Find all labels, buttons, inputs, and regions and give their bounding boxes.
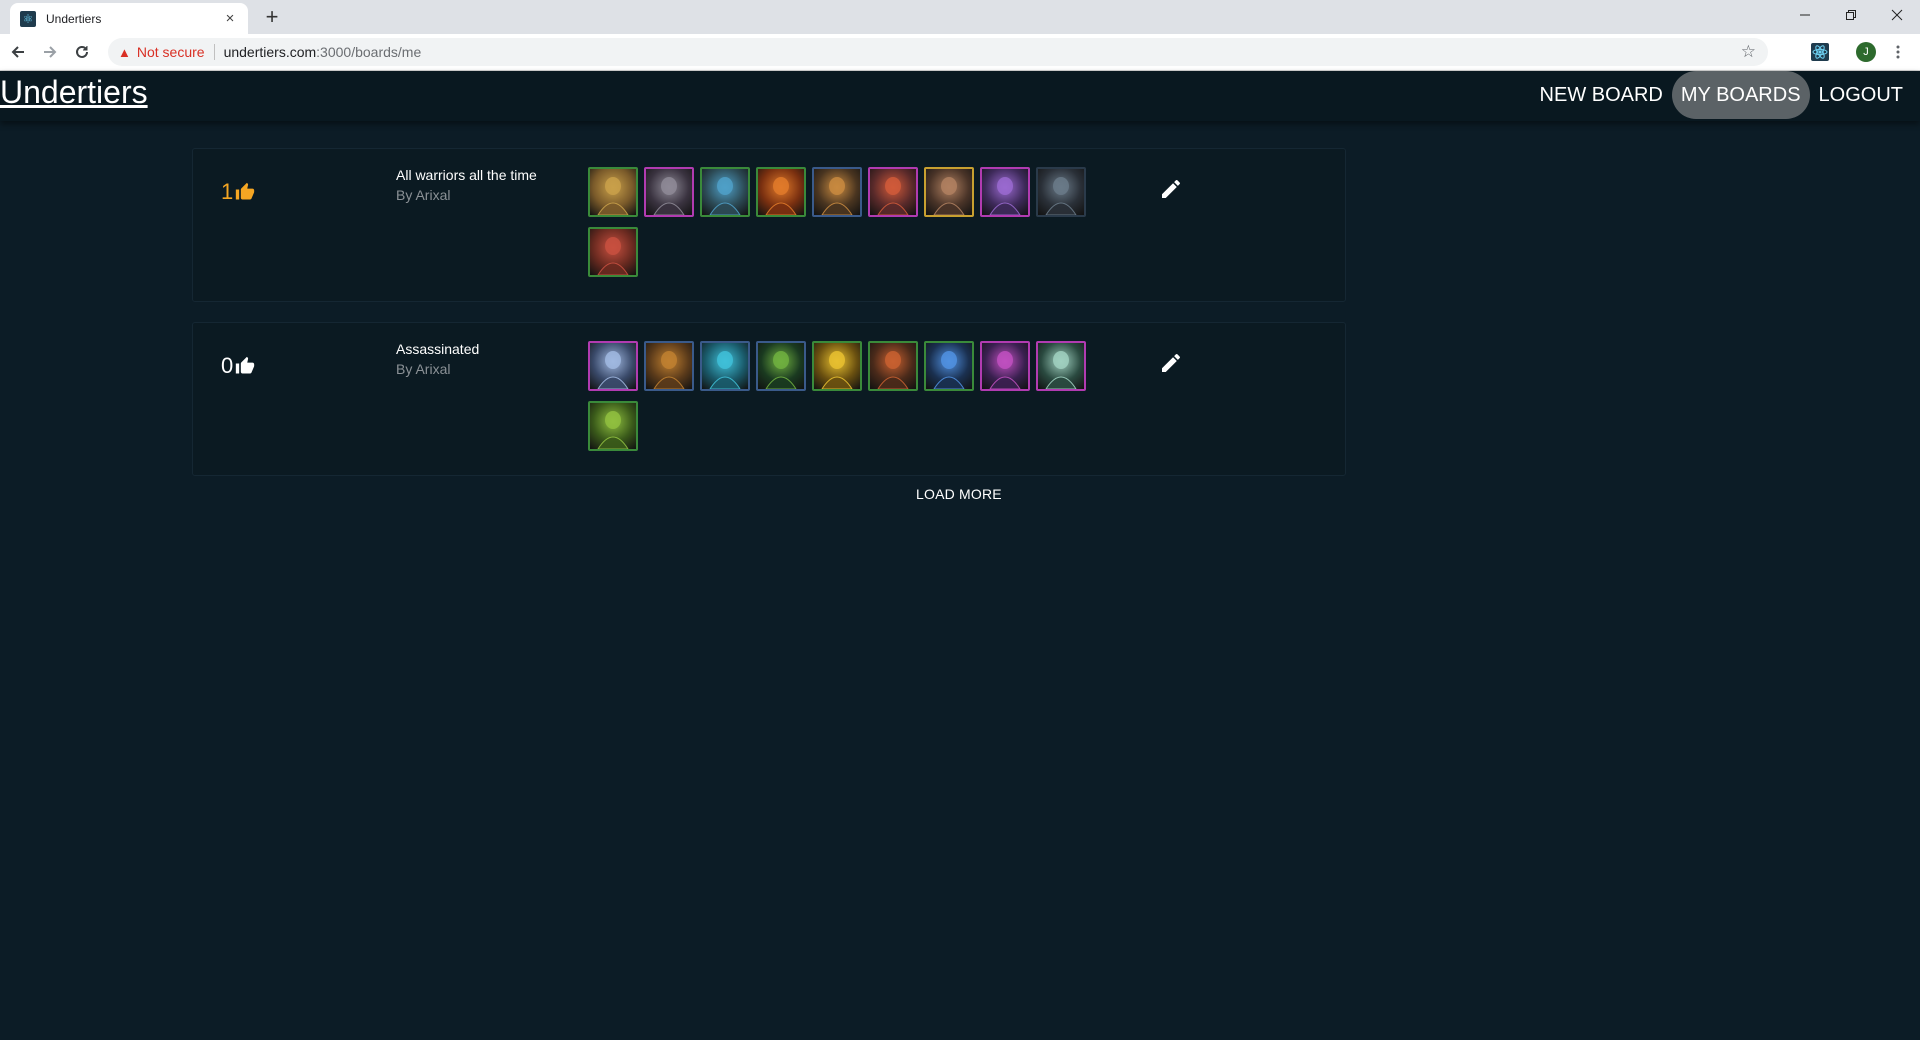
- tab-title: Undertiers: [46, 11, 102, 26]
- new-tab-button[interactable]: +: [258, 4, 286, 32]
- thumbs-up-icon[interactable]: [235, 356, 255, 376]
- board-card: 0 Assassinated By Arixal: [192, 322, 1346, 476]
- hero-portrait[interactable]: [588, 401, 638, 451]
- hero-portrait[interactable]: [588, 167, 638, 217]
- hero-portrait[interactable]: [700, 167, 750, 217]
- nav-logout[interactable]: LOGOUT: [1810, 71, 1912, 119]
- browser-menu-icon[interactable]: [1888, 42, 1908, 62]
- browser-tabstrip: ⚛ Undertiers × +: [0, 0, 1920, 34]
- hero-portrait[interactable]: [812, 167, 862, 217]
- react-devtools-icon[interactable]: [1810, 42, 1830, 62]
- hero-portrait[interactable]: [1036, 341, 1086, 391]
- close-window-icon[interactable]: [1874, 0, 1920, 30]
- vote-counter: 1: [221, 179, 255, 205]
- profile-avatar[interactable]: J: [1856, 42, 1876, 62]
- vote-count: 1: [221, 179, 234, 204]
- tab-close-icon[interactable]: ×: [222, 10, 238, 27]
- browser-toolbar: ▲ Not secure undertiers.com:3000/boards/…: [0, 34, 1920, 71]
- main-nav: NEW BOARD MY BOARDS LOGOUT: [1531, 71, 1912, 119]
- edit-pencil-icon[interactable]: [1159, 351, 1183, 375]
- hero-portrait[interactable]: [1036, 167, 1086, 217]
- nav-new-board[interactable]: NEW BOARD: [1531, 71, 1672, 119]
- hero-portrait[interactable]: [812, 341, 862, 391]
- load-more-button[interactable]: LOAD MORE: [916, 486, 1002, 502]
- bookmark-star-icon[interactable]: ☆: [1741, 42, 1756, 62]
- edit-pencil-icon[interactable]: [1159, 177, 1183, 201]
- address-separator: [213, 44, 215, 60]
- board-author: By Arixal: [396, 361, 451, 377]
- restore-icon[interactable]: [1828, 0, 1874, 30]
- warning-icon: ▲: [118, 44, 131, 60]
- url-host: undertiers.com: [223, 44, 317, 60]
- reload-icon[interactable]: [68, 38, 96, 66]
- board-author: By Arixal: [396, 187, 451, 203]
- vote-counter: 0: [221, 353, 255, 379]
- hero-portrait[interactable]: [980, 167, 1030, 217]
- board-title[interactable]: All warriors all the time: [396, 167, 537, 183]
- hero-portrait[interactable]: [588, 341, 638, 391]
- site-logo-link[interactable]: Undertiers: [0, 71, 148, 113]
- hero-portrait[interactable]: [700, 341, 750, 391]
- hero-portrait[interactable]: [868, 167, 918, 217]
- back-arrow-icon[interactable]: [4, 38, 32, 66]
- not-secure-label: Not secure: [136, 44, 205, 60]
- address-bar[interactable]: ▲ Not secure undertiers.com:3000/boards/…: [108, 38, 1768, 66]
- app-header: Undertiers NEW BOARD MY BOARDS LOGOUT: [0, 71, 1920, 121]
- hero-portrait[interactable]: [868, 341, 918, 391]
- react-favicon-icon: ⚛: [20, 10, 36, 27]
- nav-my-boards[interactable]: MY BOARDS: [1671, 71, 1810, 119]
- hero-portrait[interactable]: [588, 227, 638, 277]
- hero-portrait[interactable]: [644, 167, 694, 217]
- vote-count: 0: [221, 353, 234, 378]
- hero-portrait[interactable]: [924, 167, 974, 217]
- url-path: :3000/boards/me: [316, 44, 422, 60]
- board-card: 1 All warriors all the time By Arixal: [192, 148, 1346, 302]
- thumbs-up-icon[interactable]: [235, 182, 255, 202]
- hero-portrait[interactable]: [980, 341, 1030, 391]
- hero-portrait[interactable]: [756, 341, 806, 391]
- board-title[interactable]: Assassinated: [396, 341, 479, 357]
- hero-portrait[interactable]: [924, 341, 974, 391]
- browser-tab[interactable]: ⚛ Undertiers ×: [10, 3, 248, 34]
- hero-portrait[interactable]: [756, 167, 806, 217]
- minimize-icon[interactable]: [1782, 0, 1828, 30]
- forward-arrow-icon[interactable]: [36, 38, 64, 66]
- hero-portrait[interactable]: [644, 341, 694, 391]
